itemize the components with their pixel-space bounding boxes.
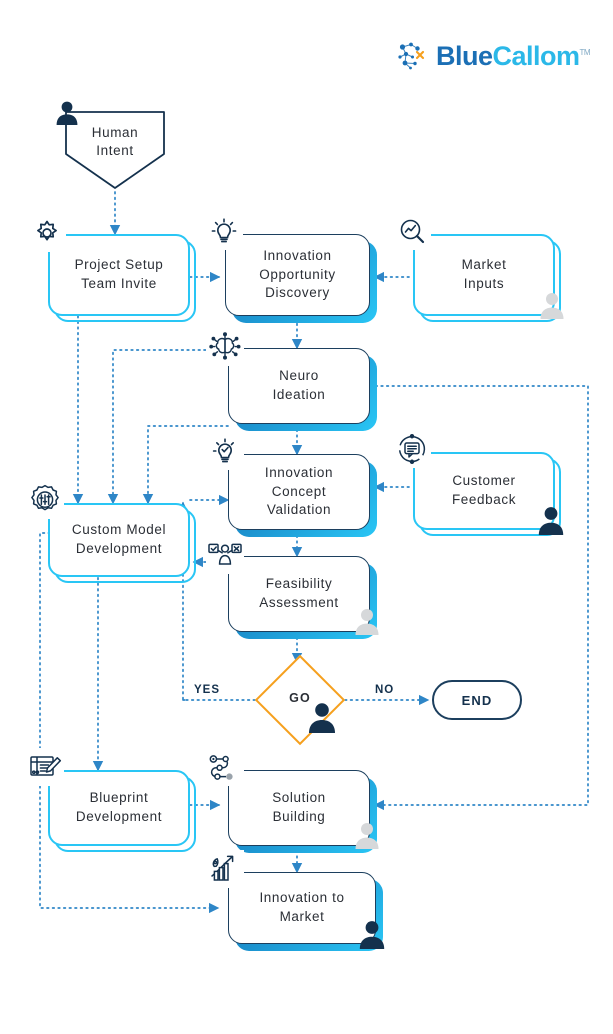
card-body: Market Inputs: [413, 234, 555, 316]
brand-logo: BlueCallomTM: [396, 38, 591, 74]
node-label-feasibility-assessment: Feasibility Assessment: [259, 576, 339, 610]
network-nodes-icon: [396, 41, 430, 71]
gear-icon: [28, 214, 66, 252]
node-label-end: END: [461, 692, 493, 708]
node-label-project-setup: Project Setup Team Invite: [74, 257, 164, 291]
node-innovation-concept-validation[interactable]: Innovation Concept Validation: [206, 432, 377, 537]
lightbulb-icon: [205, 212, 243, 250]
node-customer-feedback[interactable]: Customer Feedback: [393, 430, 564, 536]
card-body: Blueprint Development: [48, 770, 190, 846]
brain-network-icon: [206, 328, 244, 366]
node-custom-model-development[interactable]: Custom Model Development: [26, 481, 196, 583]
avatar: [350, 605, 384, 644]
avatar: [350, 819, 384, 858]
node-graph-icon: [206, 748, 244, 786]
card-body: Solution Building: [228, 770, 370, 846]
node-go-decision[interactable]: GO: [254, 654, 346, 746]
node-label-solution-building: Solution Building: [272, 790, 326, 824]
node-solution-building[interactable]: Solution Building: [206, 748, 379, 853]
node-end[interactable]: END: [432, 680, 522, 720]
card-body: Project Setup Team Invite: [48, 234, 190, 316]
node-label-innovation-concept-validation: Innovation Concept Validation: [264, 465, 334, 518]
feedback-loop-icon: [393, 430, 431, 468]
model-settings-icon: [26, 481, 64, 519]
card-body: Innovation Opportunity Discovery: [225, 234, 370, 316]
card-body: Feasibility Assessment: [228, 556, 370, 632]
brand-name-part1: Blue: [436, 40, 493, 71]
node-innovation-opportunity-discovery[interactable]: Innovation Opportunity Discovery: [205, 212, 377, 323]
avatar: [535, 289, 569, 328]
brand-name-part2: Callom: [492, 40, 581, 71]
assessment-icon: [206, 536, 244, 574]
card-body: Neuro Ideation: [228, 348, 370, 424]
node-human-intent[interactable]: Human Intent: [56, 101, 170, 190]
rocket-growth-icon: [206, 850, 244, 888]
node-blueprint-development[interactable]: Blueprint Development: [26, 748, 196, 852]
card-body: Custom Model Development: [48, 503, 190, 577]
node-label-innovation-to-market: Innovation to Market: [259, 890, 345, 924]
brand-tm: TM: [579, 47, 591, 57]
edge-label-no: NO: [375, 684, 395, 696]
card-body: Innovation Concept Validation: [228, 454, 370, 530]
person-icon: [52, 98, 82, 133]
edge-label-yes: YES: [194, 684, 221, 696]
node-label-market-inputs: Market Inputs: [461, 257, 507, 291]
node-label-blueprint-development: Blueprint Development: [75, 790, 163, 824]
node-label-innovation-opportunity-discovery: Innovation Opportunity Discovery: [259, 248, 336, 301]
brand-wordmark: BlueCallomTM: [436, 40, 591, 71]
node-innovation-to-market[interactable]: Innovation to Market: [206, 850, 385, 951]
blueprint-icon: [26, 748, 64, 786]
node-feasibility-assessment[interactable]: Feasibility Assessment: [206, 536, 379, 639]
avatar: [533, 503, 569, 544]
avatar: [303, 699, 341, 742]
market-search-icon: [393, 212, 431, 250]
flowchart-canvas: BlueCallomTM Human Intent Project Setup …: [0, 0, 613, 1034]
node-label-customer-feedback: Customer Feedback: [451, 473, 517, 507]
lightbulb-check-icon: [206, 432, 244, 470]
avatar: [354, 917, 390, 958]
node-project-setup[interactable]: Project Setup Team Invite: [28, 214, 196, 322]
node-label-custom-model-development: Custom Model Development: [71, 522, 167, 556]
node-label-neuro-ideation: Neuro Ideation: [272, 368, 326, 402]
node-market-inputs[interactable]: Market Inputs: [393, 212, 564, 322]
node-neuro-ideation[interactable]: Neuro Ideation: [206, 328, 377, 431]
